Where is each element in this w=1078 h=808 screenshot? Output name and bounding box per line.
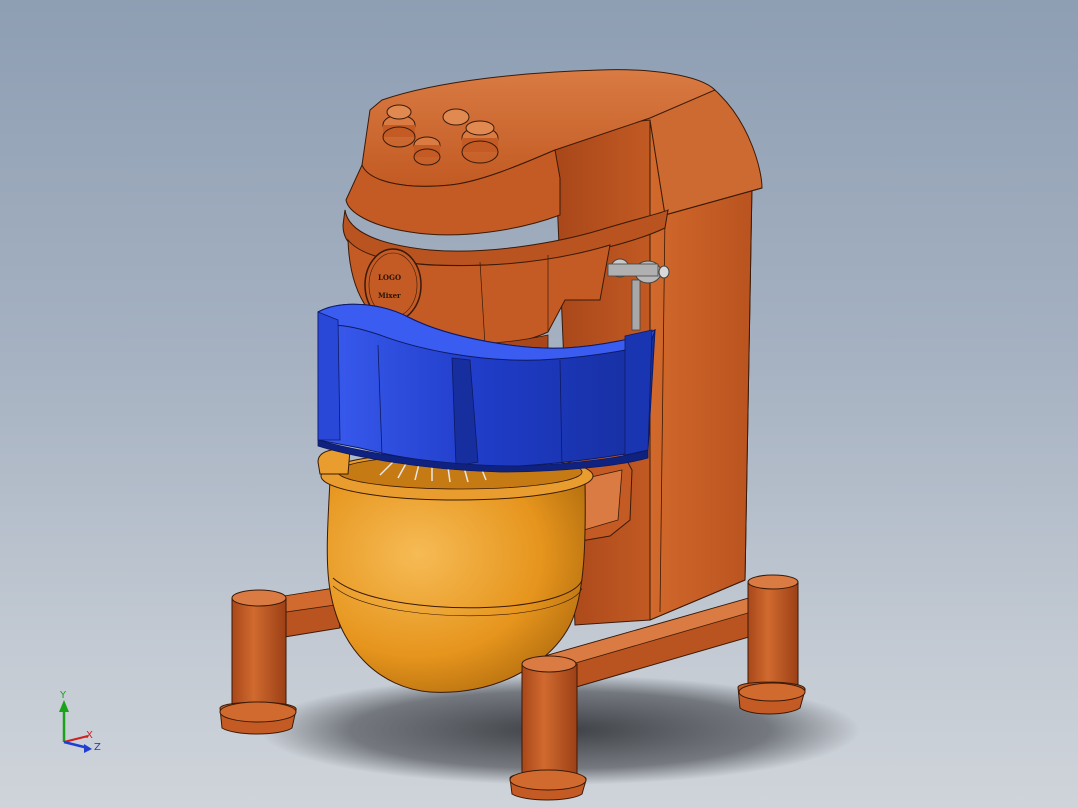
timer-knob — [442, 108, 470, 126]
y-axis-arrow — [59, 700, 69, 712]
x-axis-label: X — [86, 730, 93, 741]
y-axis-label: Y — [59, 690, 67, 701]
logo-line-2: Mixer — [378, 291, 401, 300]
axis-triad: Y X Z — [59, 690, 101, 753]
x-axis-line — [63, 735, 89, 743]
mixer-model[interactable]: LOGO Mixer — [0, 0, 1078, 808]
logo-line-1: LOGO — [378, 273, 401, 282]
z-axis-arrow — [84, 744, 92, 753]
z-axis-label: Z — [94, 742, 101, 753]
leg-rear-right — [737, 574, 806, 715]
leg-front-left — [219, 589, 297, 735]
cad-viewport[interactable]: LOGO Mixer Y X Z — [0, 0, 1078, 808]
